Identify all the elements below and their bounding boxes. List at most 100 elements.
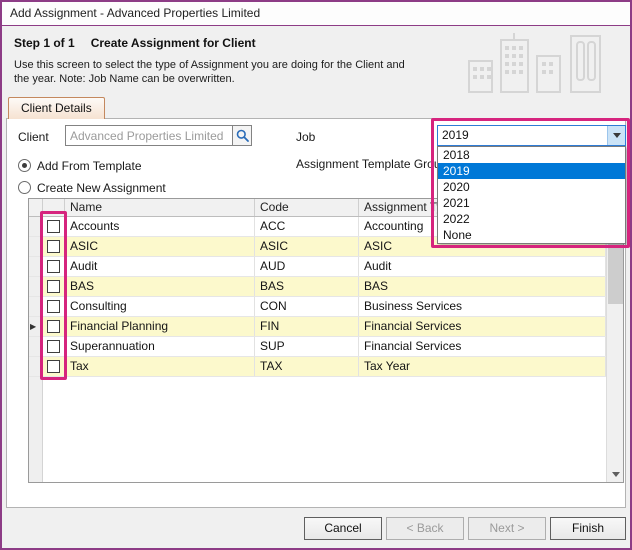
assignment-template-group-label: Assignment Template Group	[296, 157, 447, 171]
row-checkbox[interactable]	[47, 260, 60, 273]
cell-type: BAS	[359, 277, 606, 296]
row-checkbox[interactable]	[47, 360, 60, 373]
search-icon	[236, 129, 249, 142]
description-line-2: the year. Note: Job Name can be overwrit…	[14, 72, 405, 86]
row-selector-cell	[29, 337, 43, 356]
dropdown-option[interactable]: 2020	[438, 179, 625, 195]
back-button: < Back	[386, 517, 464, 540]
cell-type: Financial Services	[359, 317, 606, 336]
title-bar: Add Assignment - Advanced Properties Lim…	[2, 2, 630, 26]
description-text: Use this screen to select the type of As…	[14, 58, 405, 86]
client-search-button[interactable]	[232, 126, 251, 145]
finish-button[interactable]: Finish	[550, 517, 626, 540]
table-row[interactable]: Tax TAX Tax Year	[29, 357, 606, 377]
row-checkbox-cell	[43, 317, 65, 336]
client-field-group	[65, 125, 252, 146]
row-checkbox-cell	[43, 217, 65, 236]
row-checkbox-cell	[43, 337, 65, 356]
tab-label: Client Details	[21, 101, 92, 115]
radio-label: Add From Template	[37, 159, 142, 173]
radio-button-selected[interactable]	[18, 159, 31, 172]
cell-name: Financial Planning	[65, 317, 255, 336]
description-line-1: Use this screen to select the type of As…	[14, 58, 405, 72]
row-checkbox[interactable]	[47, 300, 60, 313]
cell-code: FIN	[255, 317, 359, 336]
column-header-name[interactable]: Name	[65, 199, 255, 216]
cell-code: ASIC	[255, 237, 359, 256]
job-label: Job	[296, 130, 315, 144]
row-checkbox[interactable]	[47, 280, 60, 293]
step-label: Step 1 of 1	[14, 36, 75, 50]
client-input[interactable]	[66, 126, 232, 145]
row-selector-cell	[29, 277, 43, 296]
step-heading: Step 1 of 1 Create Assignment for Client	[14, 36, 256, 50]
table-row[interactable]: BAS BAS BAS	[29, 277, 606, 297]
window-title: Add Assignment - Advanced Properties Lim…	[10, 6, 260, 20]
row-checkbox[interactable]	[47, 240, 60, 253]
cell-name: Accounts	[65, 217, 255, 236]
table-row[interactable]: Audit AUD Audit	[29, 257, 606, 277]
cell-code: CON	[255, 297, 359, 316]
cell-code: AUD	[255, 257, 359, 276]
row-checkbox-cell	[43, 277, 65, 296]
job-selected-value: 2019	[442, 127, 469, 144]
add-assignment-dialog: Add Assignment - Advanced Properties Lim…	[0, 0, 632, 550]
corner-header-cell	[29, 199, 43, 216]
job-dropdown-button[interactable]	[607, 126, 625, 145]
row-checkbox-cell	[43, 257, 65, 276]
table-row[interactable]: Superannuation SUP Financial Services	[29, 337, 606, 357]
dropdown-option[interactable]: 2021	[438, 195, 625, 211]
row-checkbox[interactable]	[47, 220, 60, 233]
row-checkbox[interactable]	[47, 340, 60, 353]
radio-button-unselected[interactable]	[18, 181, 31, 194]
cell-code: SUP	[255, 337, 359, 356]
row-checkbox-cell	[43, 237, 65, 256]
cell-name: Audit	[65, 257, 255, 276]
cancel-button[interactable]: Cancel	[304, 517, 382, 540]
row-checkbox-cell	[43, 357, 65, 376]
page-title: Create Assignment for Client	[91, 36, 256, 50]
job-dropdown-list: 2018 2019 2020 2021 2022 None	[437, 146, 626, 244]
cell-name: ASIC	[65, 237, 255, 256]
cell-code: ACC	[255, 217, 359, 236]
next-button: Next >	[468, 517, 546, 540]
cell-code: TAX	[255, 357, 359, 376]
cell-name: Tax	[65, 357, 255, 376]
column-header-code[interactable]: Code	[255, 199, 359, 216]
arrow-down-icon	[612, 472, 620, 477]
row-selector-cell	[29, 237, 43, 256]
row-checkbox[interactable]	[47, 320, 60, 333]
table-row[interactable]: Consulting CON Business Services	[29, 297, 606, 317]
current-row-arrow-icon: ▶	[30, 323, 36, 331]
radio-label: Create New Assignment	[37, 181, 166, 195]
cell-type: Audit	[359, 257, 606, 276]
chevron-down-icon	[613, 133, 621, 138]
radio-dot	[22, 163, 27, 168]
row-checkbox-cell	[43, 297, 65, 316]
cell-name: Consulting	[65, 297, 255, 316]
job-combobox[interactable]: 2019	[437, 125, 626, 146]
radio-create-new-assignment[interactable]: Create New Assignment	[18, 180, 166, 195]
radio-add-from-template[interactable]: Add From Template	[18, 158, 142, 173]
row-selector-cell	[29, 257, 43, 276]
row-selector-cell	[29, 217, 43, 236]
client-label: Client	[18, 130, 49, 144]
row-selector-cell	[29, 297, 43, 316]
dropdown-option-selected[interactable]: 2019	[438, 163, 625, 179]
cell-type: Business Services	[359, 297, 606, 316]
checkbox-header-cell	[43, 199, 65, 216]
dropdown-option[interactable]: 2022	[438, 211, 625, 227]
dropdown-option[interactable]: None	[438, 227, 625, 243]
scroll-down-button[interactable]	[607, 466, 624, 482]
cell-code: BAS	[255, 277, 359, 296]
row-selector-cell: ▶	[29, 317, 43, 336]
dropdown-option[interactable]: 2018	[438, 147, 625, 163]
cell-name: Superannuation	[65, 337, 255, 356]
tab-client-details[interactable]: Client Details	[8, 97, 105, 119]
cell-name: BAS	[65, 277, 255, 296]
row-selector-cell	[29, 357, 43, 376]
cell-type: Financial Services	[359, 337, 606, 356]
cell-type: Tax Year	[359, 357, 606, 376]
buildings-graphic	[466, 31, 616, 93]
table-row-current[interactable]: ▶ Financial Planning FIN Financial Servi…	[29, 317, 606, 337]
